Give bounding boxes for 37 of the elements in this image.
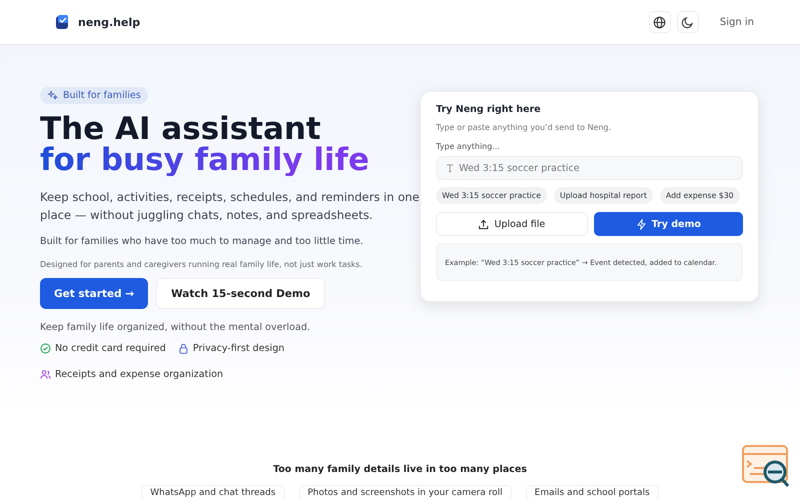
- theme-button[interactable]: [676, 11, 699, 33]
- sparkle-icon: [47, 90, 58, 101]
- text-icon: [445, 163, 455, 173]
- source-chip: WhatsApp and chat threads: [141, 485, 285, 500]
- lead-text: Keep school, activities, receipts, schedules, and reminders in one place — without juggling chats, notes, and spreadsheets.: [40, 189, 420, 224]
- tagline: Keep family life organized, without the mental overload.: [40, 322, 312, 333]
- globe-icon: [653, 16, 666, 28]
- get-started-button[interactable]: Get started →: [40, 278, 148, 309]
- section-title: Too many family details live in too many places: [272, 464, 528, 475]
- card-title: Try Neng right here: [436, 104, 542, 115]
- note-text: Designed for parents and caregivers running real family life, not just work tasks.: [40, 260, 364, 269]
- headline: The AI assistant: [40, 114, 321, 145]
- headline-highlight: for busy family life: [40, 145, 370, 176]
- feature-text: Privacy-first design: [192, 343, 284, 354]
- people-icon: [40, 369, 51, 380]
- lock-icon: [178, 343, 189, 354]
- input-field[interactable]: Wed 3:15 soccer practice: [436, 156, 743, 180]
- moon-icon: [681, 16, 694, 28]
- lightning-icon: [636, 218, 647, 230]
- source-chip: Photos and screenshots in your camera roll: [298, 485, 512, 500]
- upload-icon: [478, 218, 490, 230]
- input-label: Type anything...: [436, 142, 501, 151]
- card-subtitle: Type or paste anything you’d send to Neng.: [436, 123, 612, 132]
- built-for-families-badge: Built for families: [40, 87, 148, 104]
- sign-in-link[interactable]: Sign in: [714, 12, 760, 32]
- browser-search-icon[interactable]: [742, 445, 790, 489]
- feature-text: No credit card required: [55, 343, 166, 354]
- source-chip: Emails and school portals: [526, 485, 659, 500]
- subtext: Built for families who have too much to manage and too little time.: [40, 236, 364, 247]
- upload-file-button[interactable]: Upload file: [436, 212, 588, 236]
- logo-icon: [54, 14, 70, 30]
- watch-demo-button[interactable]: Watch 15-second Demo: [156, 278, 326, 309]
- try-demo-button[interactable]: Try demo: [594, 212, 743, 236]
- language-button[interactable]: [648, 11, 671, 33]
- brand-name[interactable]: neng.help: [78, 16, 140, 28]
- feature-text: Receipts and expense organization: [55, 369, 224, 380]
- check-circle-icon: [40, 343, 51, 354]
